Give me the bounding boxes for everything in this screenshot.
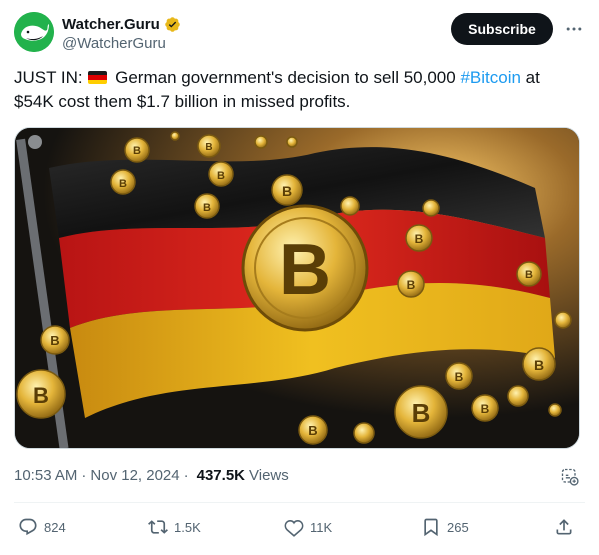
handle[interactable]: @WatcherGuru bbox=[62, 35, 181, 52]
svg-text:B: B bbox=[481, 402, 490, 416]
svg-text:B: B bbox=[205, 142, 212, 153]
bookmark-icon bbox=[424, 518, 438, 537]
heart-icon bbox=[284, 519, 304, 537]
svg-text:B: B bbox=[33, 383, 49, 408]
hashtag-link[interactable]: #Bitcoin bbox=[460, 68, 520, 87]
tweet-text: JUST IN: German government's decision to… bbox=[14, 66, 582, 114]
svg-text:B: B bbox=[133, 145, 141, 157]
post-prefix: JUST IN: bbox=[14, 68, 83, 87]
like-button[interactable]: 11K bbox=[284, 514, 332, 540]
separator-dot: · bbox=[81, 467, 87, 484]
post-time[interactable]: 10:53 AM bbox=[14, 467, 77, 484]
reply-count: 824 bbox=[44, 519, 66, 535]
svg-text:B: B bbox=[455, 370, 464, 384]
display-name[interactable]: Watcher.Guru bbox=[62, 16, 160, 33]
whale-logo-icon bbox=[14, 12, 54, 52]
repost-button[interactable]: 1.5K bbox=[148, 514, 201, 540]
verified-badge-icon[interactable] bbox=[164, 16, 181, 33]
tweet: Watcher.Guru @WatcherGuru Subscribe JUST… bbox=[0, 0, 599, 555]
divider bbox=[14, 502, 585, 503]
flag-bitcoin-illustration: B B B B B B B B B B B B B B B B B bbox=[15, 128, 579, 448]
tweet-metadata: 10:53 AM · Nov 12, 2024 · 437.5K Views bbox=[14, 467, 289, 484]
svg-text:B: B bbox=[308, 423, 317, 438]
author-info: Watcher.Guru @WatcherGuru bbox=[62, 14, 181, 52]
bookmark-count: 265 bbox=[447, 519, 469, 535]
svg-text:B: B bbox=[525, 269, 533, 281]
svg-text:B: B bbox=[412, 398, 431, 428]
svg-text:B: B bbox=[534, 357, 544, 373]
svg-text:B: B bbox=[407, 278, 416, 292]
reply-button[interactable]: 824 bbox=[18, 514, 66, 540]
separator-dot: · bbox=[183, 467, 189, 484]
bookmark-button[interactable]: 265 bbox=[421, 514, 469, 540]
repost-icon bbox=[148, 520, 168, 534]
germany-flag-emoji bbox=[88, 71, 108, 84]
post-text-before: German government's decision to sell 50,… bbox=[115, 68, 456, 87]
grok-icon[interactable] bbox=[560, 467, 580, 487]
svg-text:B: B bbox=[279, 230, 331, 310]
svg-text:B: B bbox=[415, 232, 424, 246]
like-count: 11K bbox=[310, 519, 333, 535]
tweet-image[interactable]: B B B B B B B B B B B B B B B B B bbox=[14, 127, 580, 449]
repost-count: 1.5K bbox=[174, 519, 201, 535]
subscribe-button[interactable]: Subscribe bbox=[451, 13, 553, 45]
svg-text:B: B bbox=[50, 333, 59, 348]
svg-text:B: B bbox=[203, 202, 211, 214]
views-count: 437.5K bbox=[196, 467, 245, 484]
action-bar: 824 1.5K 11K 265 bbox=[14, 514, 585, 540]
views-label: Views bbox=[249, 467, 289, 484]
more-horizontal-icon[interactable] bbox=[562, 18, 586, 40]
tweet-header: Watcher.Guru @WatcherGuru Subscribe bbox=[14, 12, 585, 56]
reply-icon bbox=[19, 518, 37, 536]
share-icon bbox=[556, 519, 572, 535]
svg-text:B: B bbox=[119, 178, 127, 190]
post-date[interactable]: Nov 12, 2024 bbox=[90, 467, 179, 484]
svg-text:B: B bbox=[282, 183, 292, 199]
svg-text:B: B bbox=[217, 170, 225, 182]
share-button[interactable] bbox=[554, 514, 574, 540]
avatar[interactable] bbox=[14, 12, 54, 52]
